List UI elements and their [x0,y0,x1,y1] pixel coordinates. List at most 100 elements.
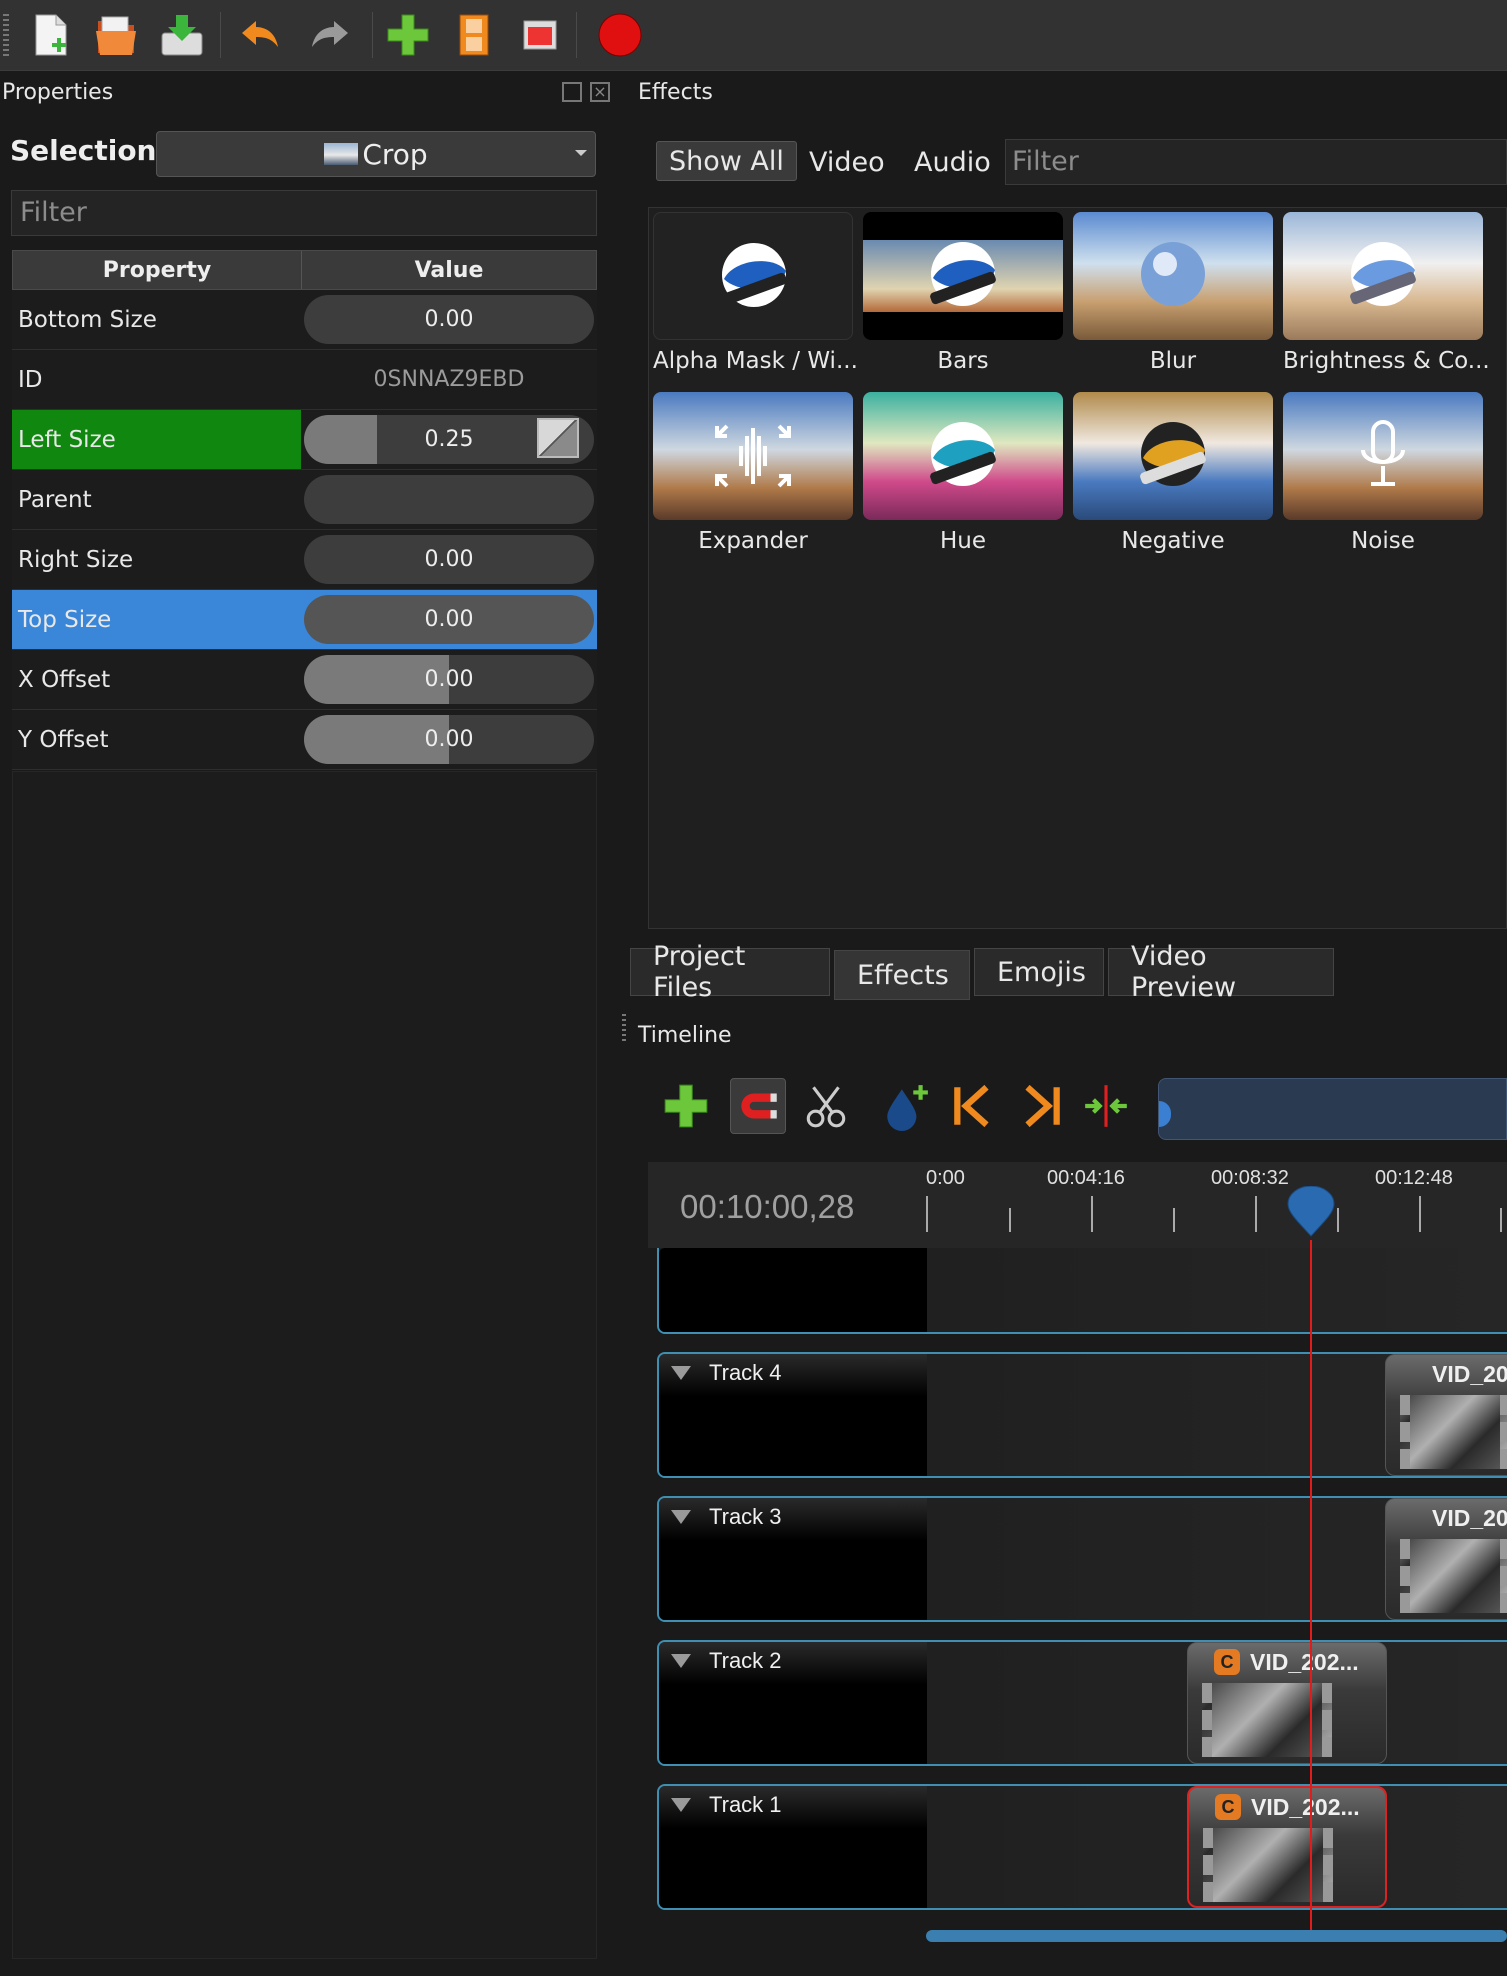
chevron-down-icon[interactable] [671,1798,691,1812]
clip-thumbnail [1400,1395,1507,1469]
clip[interactable]: C VID_202... [1187,1642,1387,1764]
table-row[interactable]: Left Size 0.25 [12,410,597,470]
previous-marker-icon[interactable] [946,1078,1002,1134]
ruler-tick-label: 00:04:16 [1047,1167,1125,1189]
close-panel-icon[interactable]: × [590,82,610,102]
tab-video[interactable]: Video [797,142,897,182]
clip-thumbnail [1202,1683,1332,1757]
import-files-icon[interactable] [380,8,436,62]
add-marker-icon[interactable] [878,1078,934,1134]
track-header[interactable]: Track 3 [659,1498,927,1620]
track-row[interactable] [657,1248,1507,1334]
timeline-horizontal-scrollbar[interactable] [926,1930,1507,1942]
effects-grid: Alpha Mask / Wi... Bars Blur Brightness … [648,207,1507,929]
ruler-tick-label: 00:12:48 [1375,1167,1453,1189]
effect-negative[interactable]: Negative [1073,392,1273,554]
clip-selected[interactable]: C VID_202... [1187,1786,1387,1908]
new-project-icon[interactable] [22,8,78,62]
center-playhead-icon[interactable] [1078,1078,1134,1134]
effects-filter-input[interactable]: Filter [1005,139,1507,185]
effect-thumbnail [1073,392,1273,520]
clip[interactable]: VID_20 [1385,1498,1507,1620]
table-row[interactable]: X Offset 0.00 [12,650,597,710]
redo-icon[interactable] [302,8,358,62]
playhead-handle-icon[interactable] [1286,1186,1336,1238]
track-header[interactable]: Track 1 [659,1786,927,1908]
effect-thumbnail [653,392,853,520]
playhead-line[interactable] [1310,1240,1312,1930]
chevron-down-icon[interactable] [671,1366,691,1380]
selection-dropdown[interactable]: Crop [156,131,596,177]
chevron-down-icon[interactable] [671,1654,691,1668]
effect-noise[interactable]: Noise [1283,392,1483,554]
track-row[interactable]: Track 4 VID_20 [657,1352,1507,1478]
open-project-icon[interactable] [88,8,144,62]
table-row[interactable]: Bottom Size 0.00 [12,290,597,350]
track-name: Track 1 [709,1792,782,1817]
track-name: Track 3 [709,1504,782,1529]
column-header-property[interactable]: Property [13,251,302,289]
tab-project-files[interactable]: Project Files [630,941,830,1003]
track-row[interactable]: Track 2 C VID_202... [657,1640,1507,1766]
effect-thumbnail [863,392,1063,520]
tab-effects[interactable]: Effects [834,950,970,1000]
undo-icon[interactable] [232,8,288,62]
value-slider[interactable]: 0.00 [304,655,594,704]
track-row[interactable]: Track 1 C VID_202... [657,1784,1507,1910]
timeline-grip[interactable] [622,1014,626,1044]
property-value: 0SNNAZ9EBD [373,367,525,392]
tab-emojis[interactable]: Emojis [974,948,1104,996]
effect-blur[interactable]: Blur [1073,212,1273,374]
snapping-toggle-icon[interactable] [730,1078,786,1134]
timeline-zoom-slider[interactable] [1158,1078,1507,1140]
table-row[interactable]: Right Size 0.00 [12,530,597,590]
tab-video-preview[interactable]: Video Preview [1108,941,1334,1003]
keyframe-icon[interactable] [537,418,579,458]
export-video-icon[interactable] [592,8,648,62]
clip-name: VID_202... [1251,1794,1360,1820]
zoom-handle[interactable] [1159,1101,1171,1127]
openshot-window: Properties × Selection: Crop Filter Prop… [0,0,1507,1976]
tab-show-all[interactable]: Show All [656,141,797,181]
toolbar-grip[interactable] [3,14,9,58]
table-row[interactable]: Y Offset 0.00 [12,710,597,770]
table-row[interactable]: ID 0SNNAZ9EBD [12,350,597,410]
track-header[interactable]: Track 2 [659,1642,927,1764]
column-header-value[interactable]: Value [302,251,596,289]
clip-badge: C [1214,1649,1240,1675]
table-row[interactable]: Parent [12,470,597,530]
value-slider[interactable]: 0.00 [304,595,594,644]
effect-bars[interactable]: Bars [863,212,1063,374]
next-marker-icon[interactable] [1012,1078,1068,1134]
chevron-down-icon[interactable] [671,1510,691,1524]
property-value: 0.00 [424,547,474,572]
effect-brightness-contrast[interactable]: Brightness & Co... [1283,212,1490,374]
razor-tool-icon[interactable] [798,1078,854,1134]
property-name: Top Size [12,590,301,649]
float-panel-icon[interactable] [562,82,582,102]
track-row[interactable]: Track 3 VID_20 [657,1496,1507,1622]
track-header[interactable] [659,1248,927,1332]
properties-table: Property Value Bottom Size 0.00 ID 0SNNA… [12,250,597,770]
value-slider[interactable]: 0.00 [304,535,594,584]
tab-audio[interactable]: Audio [902,142,1003,182]
value-slider[interactable] [304,475,594,524]
ruler-tick [1500,1208,1502,1232]
clip[interactable]: VID_20 [1385,1354,1507,1476]
value-slider[interactable]: 0.00 [304,295,594,344]
save-project-icon[interactable] [154,8,210,62]
clip-thumbnail [1400,1539,1507,1613]
track-name: Track 2 [709,1648,782,1673]
ruler-tick [1419,1196,1421,1232]
clip-thumbnail [1203,1828,1333,1902]
fullscreen-icon[interactable] [512,8,568,62]
choose-profile-icon[interactable] [446,8,502,62]
effect-hue[interactable]: Hue [863,392,1063,554]
add-track-icon[interactable] [658,1078,714,1134]
track-header[interactable]: Track 4 [659,1354,927,1476]
table-row-selected[interactable]: Top Size 0.00 [12,590,597,650]
effect-alpha-mask[interactable]: Alpha Mask / Wi... [653,212,858,374]
effect-expander[interactable]: Expander [653,392,853,554]
property-filter-input[interactable]: Filter [11,190,597,236]
value-slider[interactable]: 0.00 [304,715,594,764]
